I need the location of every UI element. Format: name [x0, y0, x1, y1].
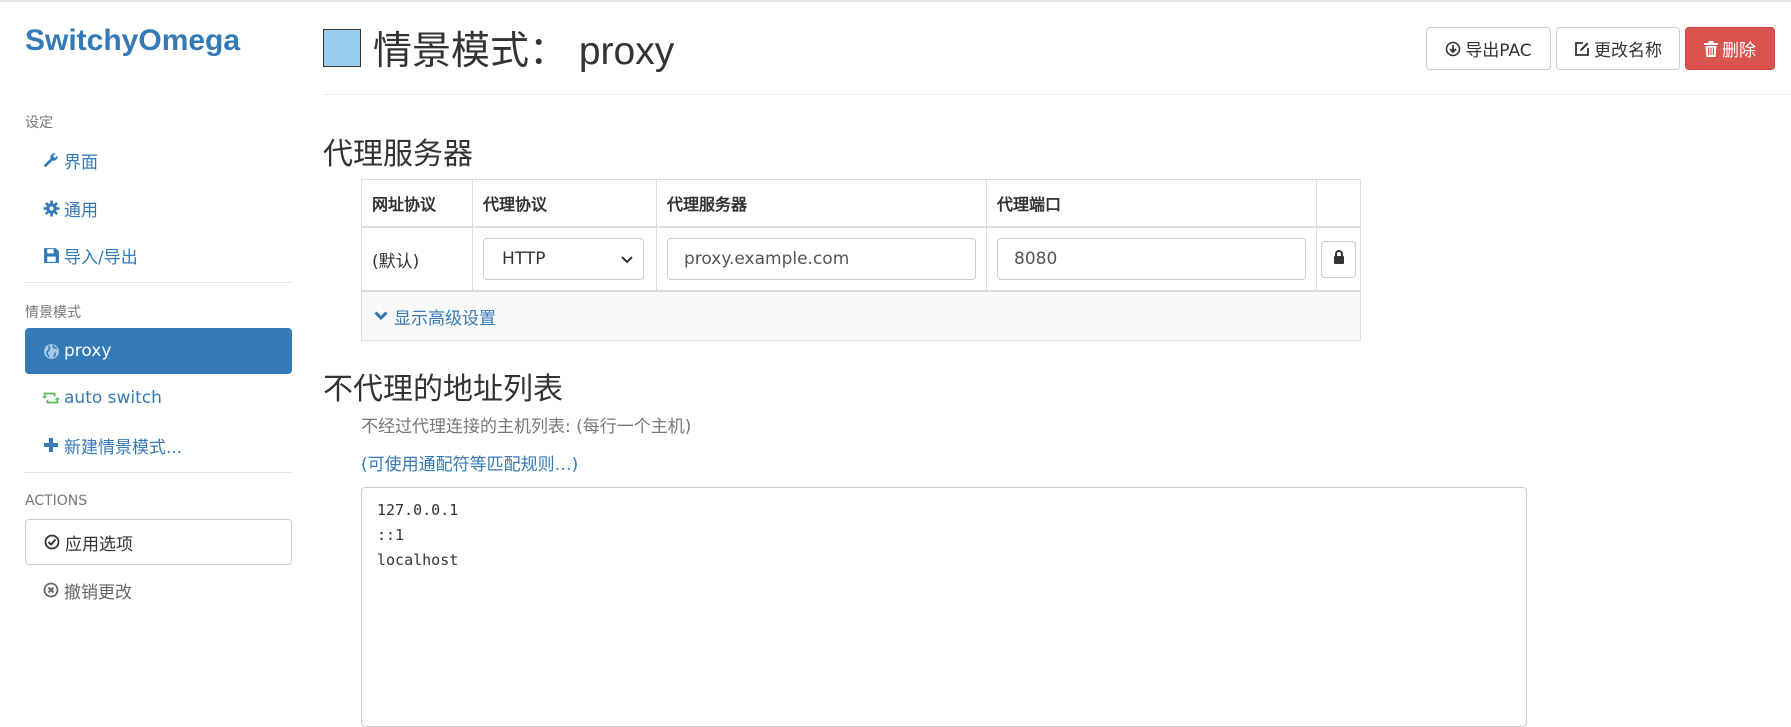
- profile-color-swatch[interactable]: [323, 29, 361, 67]
- bypass-help-text: 不经过代理连接的主机列表: (每行一个主机): [361, 417, 692, 437]
- sidebar-divider: [25, 282, 292, 283]
- apply-options-label: 应用选项: [65, 534, 133, 555]
- bypass-list-textarea[interactable]: 127.0.0.1 ::1 localhost: [361, 487, 1527, 727]
- sidebar-item-label: proxy: [64, 341, 112, 361]
- globe-icon: [42, 342, 60, 360]
- server-cell: proxy.example.com: [657, 228, 987, 290]
- sidebar-item-label: 导入/导出: [64, 247, 138, 268]
- column-header: 代理协议: [473, 180, 657, 226]
- sidebar-item-auto-switch[interactable]: auto switch: [25, 375, 292, 421]
- advanced-settings-label: 显示高级设置: [394, 308, 496, 329]
- sidebar-item-label: 通用: [64, 200, 98, 221]
- page-header: 情景模式： proxy: [323, 20, 674, 76]
- wildcard-rules-link[interactable]: (可使用通配符等匹配规则…): [361, 450, 578, 475]
- discard-changes-label: 撤销更改: [64, 582, 132, 603]
- sidebar-item-label: 界面: [64, 152, 98, 173]
- export-pac-button[interactable]: 导出PAC: [1426, 27, 1551, 70]
- gear-icon: [42, 199, 60, 217]
- auth-cell: [1317, 228, 1360, 290]
- discard-changes-button[interactable]: 撤销更改: [25, 567, 292, 613]
- apply-options-button[interactable]: 应用选项: [25, 519, 292, 565]
- protocol-cell: HTTP: [473, 228, 657, 290]
- sidebar: SwitchyOmega 设定 界面 通用 导入/导出 情景模式 proxy a…: [0, 0, 300, 708]
- delete-label: 删除: [1722, 41, 1756, 61]
- chevron-down-icon: [621, 249, 633, 269]
- proxy-section-title: 代理服务器: [323, 137, 473, 172]
- auth-lock-button[interactable]: [1321, 240, 1356, 278]
- protocol-select[interactable]: HTTP: [483, 238, 644, 280]
- sidebar-item-new-profile[interactable]: 新建情景模式...: [25, 422, 292, 468]
- trash-icon: [1704, 40, 1718, 57]
- column-header-empty: [1317, 180, 1360, 226]
- download-icon: [1445, 41, 1461, 57]
- x-circle-icon: [42, 581, 60, 599]
- check-circle-icon: [43, 533, 61, 551]
- delete-button[interactable]: 删除: [1685, 27, 1775, 70]
- export-pac-label: 导出PAC: [1465, 41, 1532, 61]
- sidebar-item-interface[interactable]: 界面: [25, 137, 292, 183]
- lock-icon: [1333, 249, 1345, 269]
- column-header: 代理端口: [987, 180, 1317, 226]
- port-cell: 8080: [987, 228, 1317, 290]
- sidebar-item-label: 新建情景模式...: [64, 437, 183, 458]
- table-row: (默认) HTTP proxy.example.com 8080: [362, 228, 1360, 292]
- proxy-port-input[interactable]: 8080: [997, 238, 1306, 280]
- scheme-cell: (默认): [362, 228, 473, 290]
- sidebar-divider: [25, 472, 292, 473]
- protocol-value: HTTP: [502, 249, 546, 269]
- page-title: 情景模式： proxy: [373, 30, 675, 73]
- rename-label: 更改名称: [1594, 41, 1662, 61]
- bypass-section-title: 不代理的地址列表: [323, 372, 563, 407]
- plus-icon: [42, 436, 60, 454]
- rename-button[interactable]: 更改名称: [1556, 27, 1680, 70]
- table-header-row: 网址协议 代理协议 代理服务器 代理端口: [362, 180, 1360, 228]
- advanced-settings-link[interactable]: 显示高级设置: [362, 292, 1360, 340]
- profiles-header: 情景模式: [25, 305, 81, 321]
- actions-header: ACTIONS: [25, 493, 88, 509]
- proxy-table: 网址协议 代理协议 代理服务器 代理端口 (默认) HTTP proxy.exa…: [361, 179, 1361, 341]
- column-header: 网址协议: [362, 180, 473, 226]
- settings-header: 设定: [25, 115, 53, 131]
- edit-icon: [1574, 41, 1590, 57]
- sidebar-item-label: auto switch: [64, 388, 162, 408]
- wrench-icon: [42, 151, 60, 169]
- column-header: 代理服务器: [657, 180, 987, 226]
- header-separator: [323, 94, 1791, 95]
- sidebar-item-general[interactable]: 通用: [25, 185, 292, 231]
- brand-title[interactable]: SwitchyOmega: [25, 24, 240, 58]
- proxy-server-input[interactable]: proxy.example.com: [667, 238, 976, 280]
- chevron-down-icon: [374, 311, 388, 321]
- retweet-icon: [42, 389, 60, 407]
- sidebar-item-import-export[interactable]: 导入/导出: [25, 232, 292, 278]
- sidebar-item-proxy[interactable]: proxy: [25, 328, 292, 374]
- save-icon: [42, 246, 60, 264]
